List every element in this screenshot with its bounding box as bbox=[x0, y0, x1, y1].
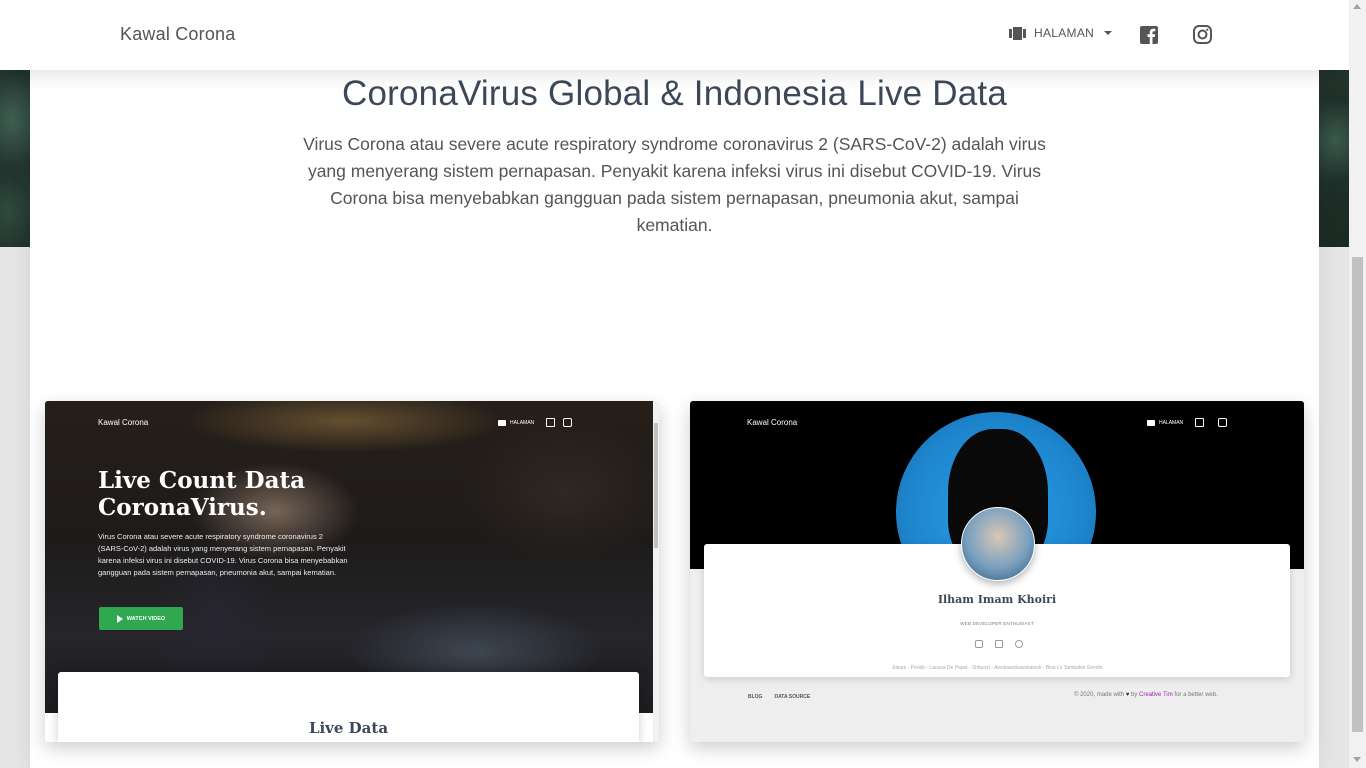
brand-link[interactable]: Kawal Corona bbox=[120, 24, 235, 45]
facebook-icon bbox=[546, 418, 556, 427]
profile-name: Ilham Imam Khoiri bbox=[937, 593, 1057, 606]
github-icon bbox=[1015, 640, 1023, 648]
facebook-icon[interactable] bbox=[1140, 26, 1158, 44]
preview-card-live-count[interactable]: Kawal Corona HALAMAN Live Count Data Cor… bbox=[45, 401, 659, 742]
profile-links: Jokam - Persib - Lacasa De Papel - Shitp… bbox=[891, 665, 1103, 671]
watch-video-button: WATCH VIDEO bbox=[99, 607, 183, 630]
preview-headline-line2: CoronaVirus. bbox=[98, 494, 267, 521]
avatar bbox=[961, 507, 1035, 581]
instagram-icon bbox=[563, 418, 573, 427]
preview-brand: Kawal Corona bbox=[98, 418, 149, 427]
preview-nav-label: HALAMAN bbox=[1159, 419, 1184, 426]
footer-link-data-source: DATA SOURCE bbox=[774, 694, 811, 700]
facebook-icon bbox=[1195, 418, 1205, 427]
profile-card: Ilham Imam Khoiri WEB DEVELOPER ENTHUSIA… bbox=[704, 507, 1290, 677]
top-navbar: Kawal Corona HALAMAN bbox=[0, 0, 1349, 70]
page-title: CoronaVirus Global & Indonesia Live Data bbox=[342, 74, 1007, 113]
halaman-dropdown[interactable]: HALAMAN bbox=[1009, 26, 1113, 40]
preview-text: Virus Corona atau severe acute respirato… bbox=[98, 532, 348, 577]
copyright-prefix: © 2020, made with bbox=[1074, 692, 1125, 698]
instagram-icon[interactable] bbox=[1193, 25, 1212, 44]
profile-social-icons bbox=[975, 640, 1023, 648]
live-data-title: Live Data bbox=[308, 719, 389, 737]
creative-tim-link: Creative Tim bbox=[1139, 692, 1173, 698]
scroll-down-arrow-icon[interactable] bbox=[1353, 757, 1361, 762]
view-carousel-icon bbox=[1009, 26, 1026, 40]
profile-role: WEB DEVELOPER ENTHUSIAST bbox=[960, 621, 1034, 626]
preview-card-profile[interactable]: Kawal Corona HALAMAN Ilham Imam Khoiri W… bbox=[690, 401, 1304, 742]
instagram-icon bbox=[1218, 418, 1228, 427]
scroll-up-arrow-icon[interactable] bbox=[1353, 4, 1361, 9]
page-scrollbar-thumb[interactable] bbox=[1352, 257, 1363, 732]
watch-video-label: WATCH VIDEO bbox=[126, 615, 166, 622]
preview-nav-label: HALAMAN bbox=[510, 419, 535, 426]
preview-headline: Live Count Data CoronaVirus. bbox=[98, 467, 305, 521]
view-carousel-icon bbox=[1147, 419, 1155, 426]
halaman-dropdown-label: HALAMAN bbox=[1034, 26, 1095, 40]
preview-brand: Kawal Corona bbox=[747, 418, 798, 427]
facebook-icon bbox=[995, 640, 1003, 648]
footer-link-blog: BLOG bbox=[748, 694, 763, 700]
heart-icon: ♥ bbox=[1125, 692, 1130, 698]
footer-links: BLOG DATA SOURCE bbox=[748, 694, 810, 700]
copyright-by: by bbox=[1131, 692, 1138, 698]
preview-nav: HALAMAN bbox=[498, 418, 573, 427]
play-icon bbox=[116, 614, 123, 623]
view-carousel-icon bbox=[498, 419, 506, 426]
preview-scrollbar-thumb bbox=[654, 423, 658, 548]
page-description: Virus Corona atau severe acute respirato… bbox=[303, 134, 1046, 235]
footer-copyright: © 2020, made with ♥ by Creative Tim for … bbox=[1074, 692, 1218, 698]
preview-nav: HALAMAN bbox=[1147, 418, 1228, 427]
instagram-icon bbox=[975, 640, 983, 648]
live-data-card: Live Data bbox=[58, 672, 639, 742]
caret-down-icon bbox=[1104, 31, 1113, 35]
preview-headline-line1: Live Count Data bbox=[98, 467, 306, 494]
copyright-suffix: for a better web. bbox=[1174, 692, 1218, 698]
